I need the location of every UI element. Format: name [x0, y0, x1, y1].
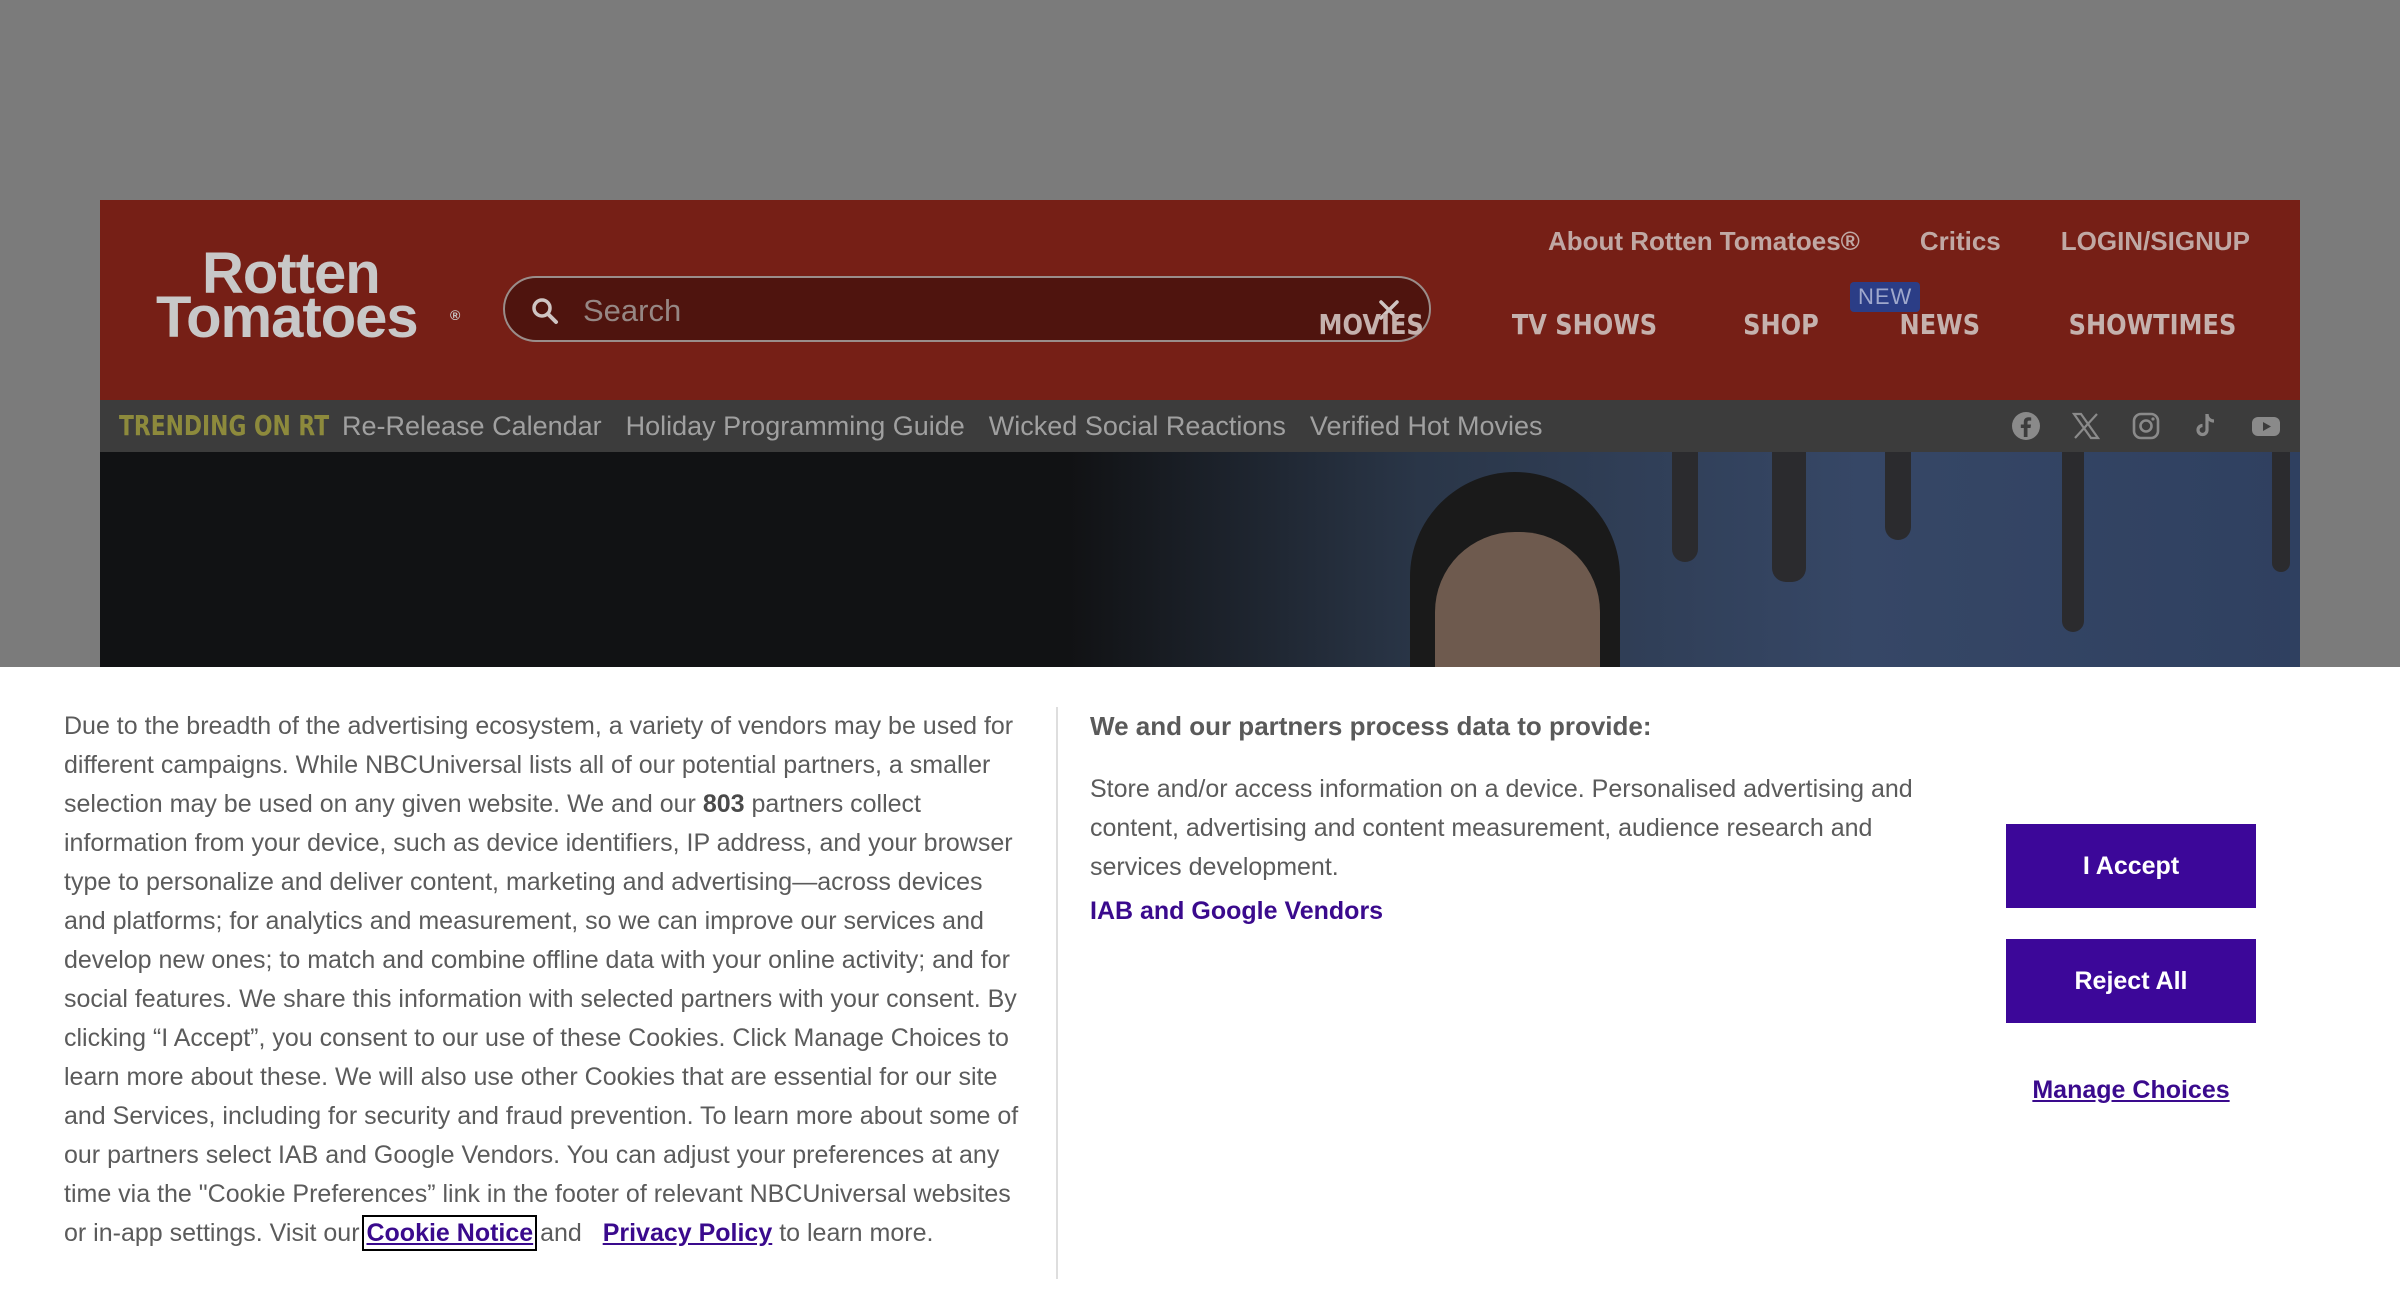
main-nav: MOVIES TV SHOWS SHOP NEWS SHOWTIMES	[1310, 308, 2250, 341]
nav-news[interactable]: NEWS	[1900, 308, 1981, 341]
purposes-text: Store and/or access information on a dev…	[1090, 775, 1913, 881]
and-text: and	[540, 1219, 582, 1247]
x-icon[interactable]	[2070, 410, 2102, 442]
trending-link-wicked[interactable]: Wicked Social Reactions	[989, 411, 1286, 442]
hero-palm-frond	[1772, 452, 1806, 582]
logo-registered-mark: ®	[450, 307, 461, 323]
consent-description: Due to the breadth of the advertising ec…	[64, 707, 1030, 1253]
social-links	[2010, 410, 2282, 442]
trending-bar: TRENDING ON RT Re-Release Calendar Holid…	[100, 400, 2300, 452]
partner-count: 803	[702, 790, 745, 818]
consent-divider	[1056, 707, 1058, 1279]
search-bar[interactable]	[503, 276, 1431, 342]
iab-google-vendors-link[interactable]: IAB and Google Vendors	[1090, 897, 1383, 926]
nav-tv-shows[interactable]: TV SHOWS	[1512, 308, 1657, 341]
instagram-icon[interactable]	[2130, 410, 2162, 442]
search-input[interactable]	[581, 288, 1345, 334]
consent-tail-text: to learn more.	[772, 1219, 934, 1247]
consent-text-part-2: partners collect information from your d…	[64, 790, 1019, 1247]
hero-palm-frond	[2272, 452, 2290, 572]
trending-link-holiday[interactable]: Holiday Programming Guide	[626, 411, 965, 442]
hero-palm-frond	[1885, 452, 1911, 540]
facebook-icon[interactable]	[2010, 410, 2042, 442]
privacy-policy-link[interactable]: Privacy Policy	[603, 1219, 773, 1247]
rotten-tomatoes-logo[interactable]: Rotten Tomatoes ®	[156, 245, 466, 350]
nav-movies[interactable]: MOVIES	[1319, 308, 1424, 341]
trending-link-re-release[interactable]: Re-Release Calendar	[342, 411, 602, 442]
logo-line-2: Tomatoes	[156, 285, 419, 350]
about-link[interactable]: About Rotten Tomatoes®	[1548, 226, 1860, 257]
nav-shop[interactable]: SHOP	[1744, 308, 1820, 341]
trending-links: Re-Release Calendar Holiday Programming …	[342, 411, 1543, 442]
top-links: About Rotten Tomatoes® Critics LOGIN/SIG…	[1548, 226, 2250, 257]
reject-all-button[interactable]: Reject All	[2006, 939, 2256, 1023]
consent-purposes: We and our partners process data to prov…	[1090, 707, 1930, 926]
hero-palm-frond	[2062, 452, 2084, 632]
hero-palm-frond	[1672, 452, 1698, 562]
login-signup-link[interactable]: LOGIN/SIGNUP	[2061, 226, 2250, 257]
cookie-notice-link[interactable]: Cookie Notice	[362, 1215, 538, 1251]
search-icon	[532, 298, 558, 324]
tiktok-icon[interactable]	[2190, 410, 2222, 442]
youtube-icon[interactable]	[2250, 410, 2282, 442]
trending-link-verified[interactable]: Verified Hot Movies	[1310, 411, 1543, 442]
purposes-heading: We and our partners process data to prov…	[1090, 711, 1652, 741]
manage-choices-link[interactable]: Manage Choices	[2006, 1076, 2256, 1105]
cookie-consent-banner: Due to the breadth of the advertising ec…	[0, 667, 2400, 1298]
critics-link[interactable]: Critics	[1920, 226, 2001, 257]
nav-showtimes[interactable]: SHOWTIMES	[2069, 308, 2237, 341]
site-header: Rotten Tomatoes ® About Rotten Tomatoes®…	[100, 200, 2300, 400]
accept-button[interactable]: I Accept	[2006, 824, 2256, 908]
trending-label: TRENDING ON RT	[119, 409, 330, 442]
